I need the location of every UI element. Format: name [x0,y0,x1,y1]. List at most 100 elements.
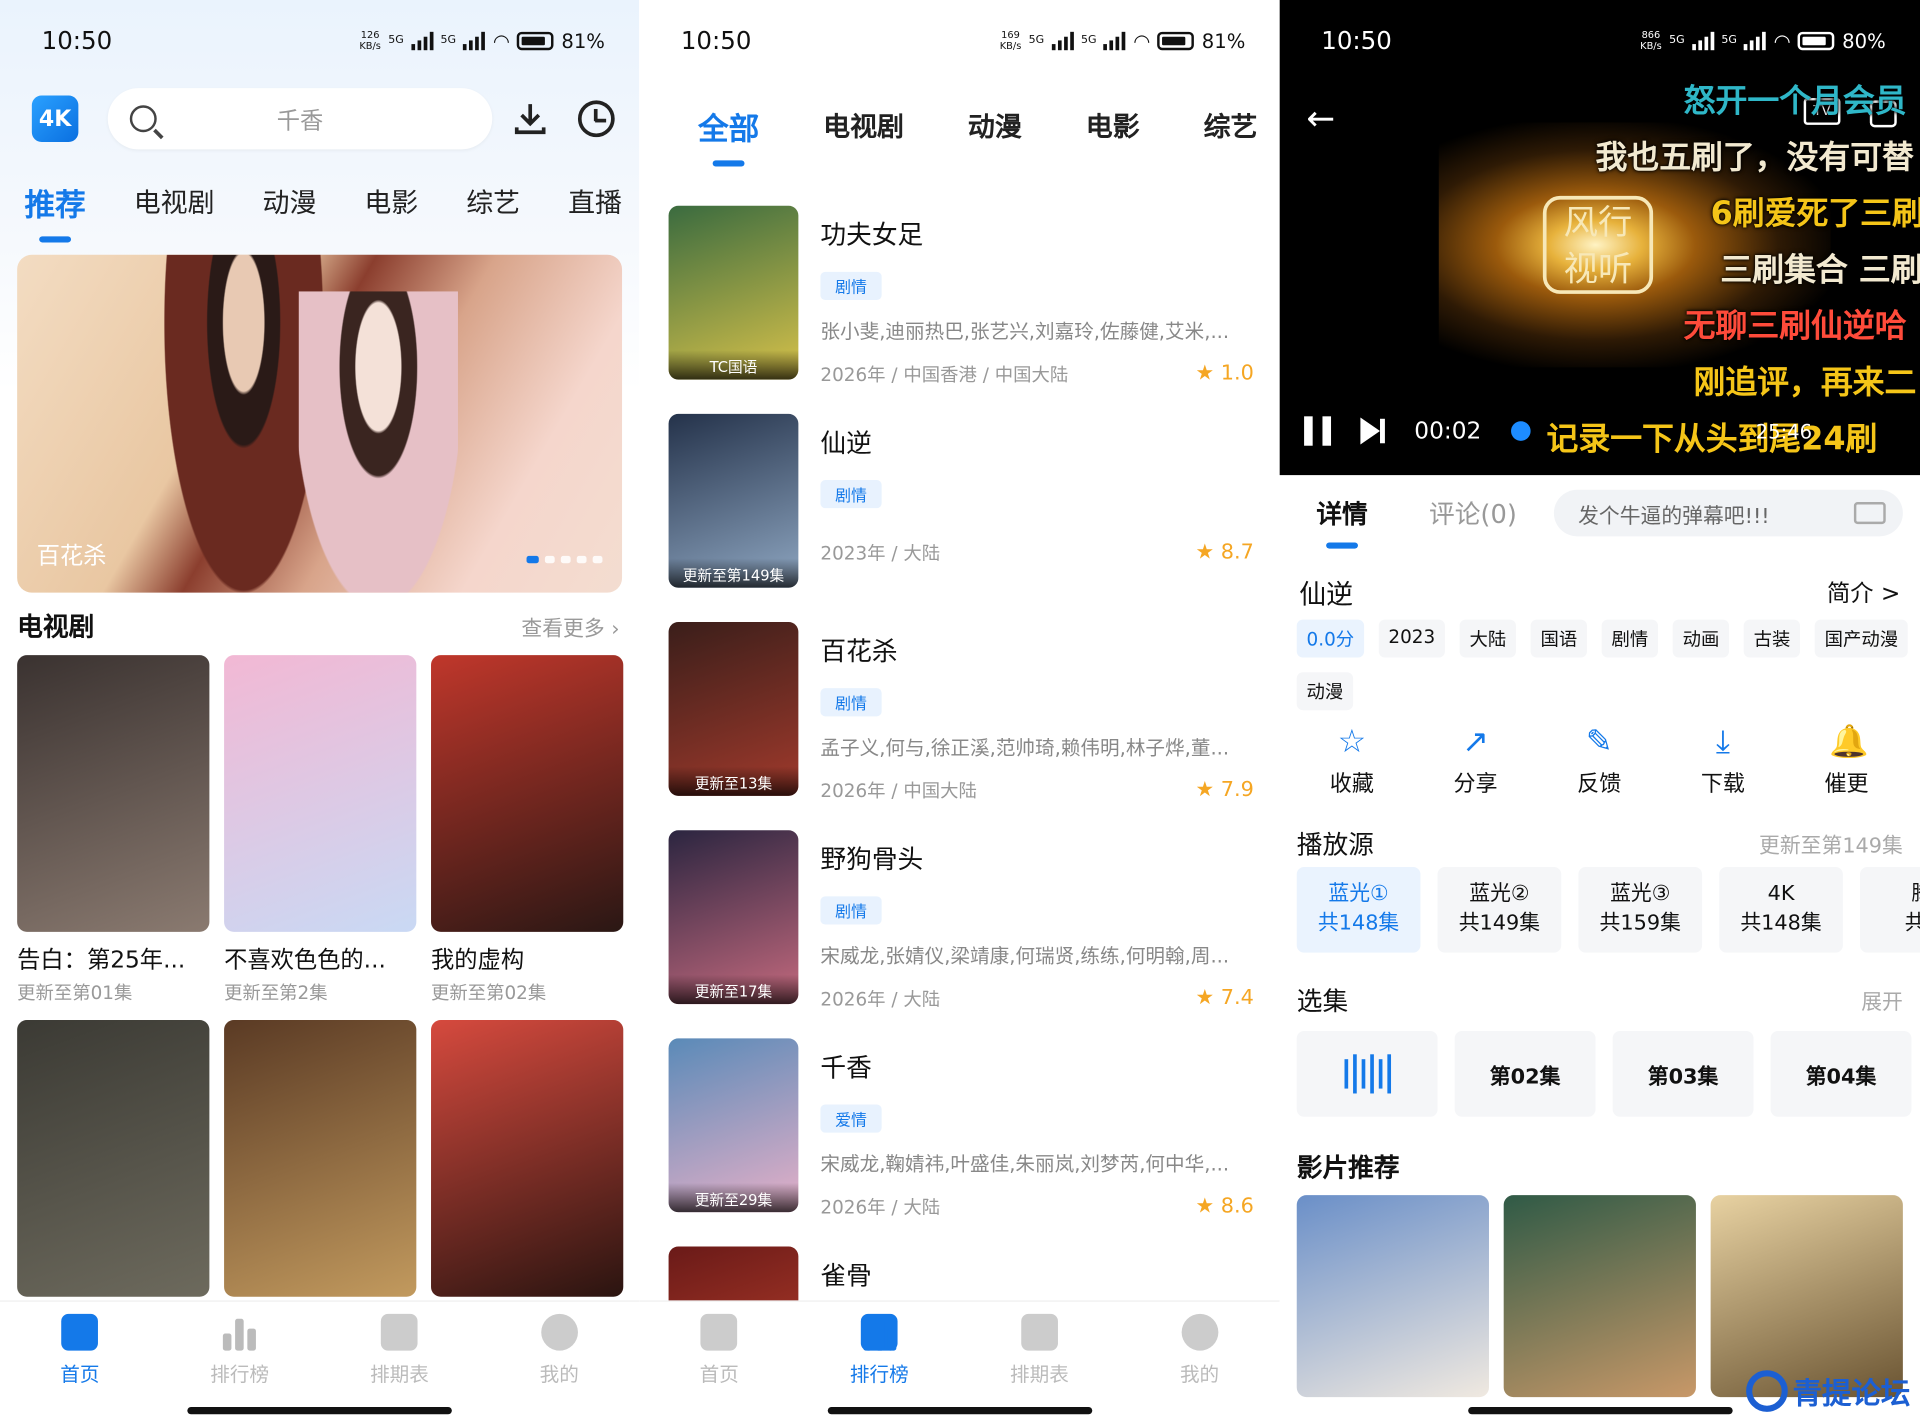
tabbar-item[interactable]: 我的 [1119,1302,1279,1424]
section-header: 电视剧 查看更多 › [17,607,619,644]
source-button[interactable]: 腾共1 [1860,866,1920,953]
tabbar-label: 我的 [1179,1362,1220,1387]
tabbar-label: 排行榜 [849,1362,909,1387]
tabbar-item[interactable]: 我的 [479,1302,639,1424]
video-player[interactable]: 风行 视听 10:50 866 KB/s 5G 5G ◠ 80% ← TV 怒开… [1279,0,1920,476]
episode-label: 第02集 [1489,1064,1561,1090]
recommend-poster[interactable] [1503,1195,1696,1398]
tabbar-label: 首页 [699,1362,739,1387]
tab-tv[interactable]: 电视剧 [823,105,904,149]
source-name: 蓝光③ [1610,881,1671,907]
tv-card[interactable] [17,1020,210,1297]
source-button[interactable]: 蓝光① 共148集 [1296,866,1421,953]
episode-button[interactable]: 第02集 [1454,1031,1596,1117]
signal-icon [1051,31,1074,51]
tab-all[interactable]: 全部 [698,105,759,149]
action-button[interactable]: ✎ 反馈 [1544,725,1654,798]
share-icon: ↗ [1462,723,1489,761]
tab-anime[interactable]: 动漫 [968,105,1022,149]
danmaku-settings-icon[interactable] [1853,502,1886,525]
calendar-icon [381,1313,418,1351]
row-meta: 2026年 / 大陆 ★ 7.4 [820,986,1253,1012]
tabbar-item[interactable]: 排行榜 [799,1302,959,1424]
danmaku-placeholder: 发个牛逼的弹幕吧!!! [1578,503,1770,529]
row-meta: 2026年 / 大陆 ★ 8.6 [820,1194,1253,1220]
action-button[interactable]: ⤓ 下载 [1668,725,1778,798]
episode-button[interactable] [1296,1031,1438,1117]
tab-tv[interactable]: 电视剧 [134,181,215,225]
search-bar[interactable]: 千香 [107,88,493,150]
poster-image: 更新至13集 [668,622,799,796]
poster-image [431,655,624,932]
hero-banner[interactable]: 百花杀 [17,254,623,593]
action-button[interactable]: ☆ 收藏 [1297,725,1407,798]
tab-variety[interactable]: 综艺 [466,181,520,225]
year-region: 2023年 / 大陆 [820,542,941,565]
poster-image [17,655,210,932]
tv-card[interactable]: 我的虚构 更新至第02集 [431,655,624,1005]
intro-link[interactable]: 简介 > [1827,576,1900,609]
source-button[interactable]: 蓝光③ 共159集 [1578,866,1703,953]
pause-icon[interactable] [1304,416,1332,446]
expand-link[interactable]: 展开 [1861,984,1903,1015]
tab-variety[interactable]: 综艺 [1204,105,1258,149]
ranking-row[interactable]: 更新至第149集 仙逆 剧情 2023年 / 大陆 ★ 8.7 [668,413,1256,622]
tag-chip: 国语 [1530,619,1588,658]
network-type: 5G [388,34,404,47]
action-button[interactable]: ↗ 分享 [1420,725,1530,798]
forum-watermark-text: 青提论坛 [1792,1376,1911,1411]
progress-knob[interactable] [1510,421,1531,441]
tv-card[interactable] [431,1020,624,1297]
ranking-row[interactable]: 更新至17集 野狗骨头 剧情 宋威龙,张婧仪,梁靖康,何瑞贤,练练,何明翰,周... 2… [668,830,1256,1038]
next-episode-icon[interactable] [1360,417,1385,445]
status-time: 10:50 [680,25,752,56]
player-controls: 00:02 25:46 [1304,416,1920,446]
tabbar-item[interactable]: 首页 [639,1302,799,1424]
source-update: 更新至第149集 [1759,833,1903,859]
status-bar: 10:50 126 KB/s 5G 5G ◠ 81% [42,22,605,59]
ranking-row[interactable]: TC国语 功夫女足 剧情 张小斐,迪丽热巴,张艺兴,刘嘉玲,佐藤健,艾米,... 202… [668,205,1256,414]
back-arrow-icon[interactable]: ← [1307,98,1336,138]
tab-detail[interactable]: 详情 [1316,495,1367,532]
battery-level: 81% [1201,28,1246,53]
recommend-poster[interactable] [1296,1195,1489,1398]
signal-icon [411,31,434,51]
network-type-2: 5G [440,34,457,47]
tabbar-item[interactable]: 排行榜 [160,1302,320,1424]
recommend-poster[interactable] [1710,1195,1903,1398]
detail-tabs: 详情 评论(0) 发个牛逼的弹幕吧!!! [1316,489,1903,537]
cast-list: 宋威龙,张婧仪,梁靖康,何瑞贤,练练,何明翰,周... [820,944,1230,968]
episode-button[interactable]: 第04集 [1770,1031,1912,1117]
tab-movie[interactable]: 电影 [1086,105,1140,149]
ranking-row[interactable]: 更新至29集 千香 爱情 宋威龙,鞠婧祎,叶盛佳,朱丽岚,刘梦芮,何中华,... 202… [668,1038,1256,1246]
download-icon[interactable] [512,100,549,137]
app-logo[interactable]: 4K [31,95,79,143]
source-button[interactable]: 4K 共148集 [1719,866,1843,953]
tab-live[interactable]: 直播 [568,181,622,225]
ranking-row[interactable]: 更新至13集 百花杀 剧情 孟子义,何与,徐正溪,范帅琦,赖伟明,林子烨,董... 20… [668,622,1256,830]
tab-comments[interactable]: 评论(0) [1429,495,1517,532]
danmaku-text: 三刷集合 三刷 [1720,252,1920,289]
tab-recommend[interactable]: 推荐 [24,181,85,225]
source-button[interactable]: 蓝光② 共149集 [1437,866,1562,953]
status-bar: 10:50 866 KB/s 5G 5G ◠ 80% [1321,22,1885,59]
danmaku-input[interactable]: 发个牛逼的弹幕吧!!! [1553,489,1903,537]
card-episode: 更新至第02集 [431,982,547,1005]
tabbar-item[interactable]: 排期表 [320,1302,480,1424]
action-button[interactable]: 🔔 催更 [1791,725,1901,798]
network-type: 5G [1669,34,1685,47]
source-name: 蓝光② [1469,881,1530,907]
history-icon[interactable] [577,100,615,138]
tv-card[interactable] [224,1020,417,1297]
see-more-link[interactable]: 查看更多 › [521,610,619,641]
tv-card[interactable]: 不喜欢色色的... 更新至第2集 [224,655,417,1005]
tab-movie[interactable]: 电影 [364,181,418,225]
tabbar-item[interactable]: 首页 [0,1302,160,1424]
tv-card[interactable]: 告白：第25年... 更新至第01集 [17,655,210,1005]
section-title: 电视剧 [17,612,95,642]
rating-score: ★ 8.6 [1195,1193,1254,1219]
episode-button[interactable]: 第03集 [1612,1031,1754,1117]
tabbar-item[interactable]: 排期表 [959,1302,1119,1424]
tab-anime[interactable]: 动漫 [263,181,317,225]
home-icon [61,1313,99,1351]
